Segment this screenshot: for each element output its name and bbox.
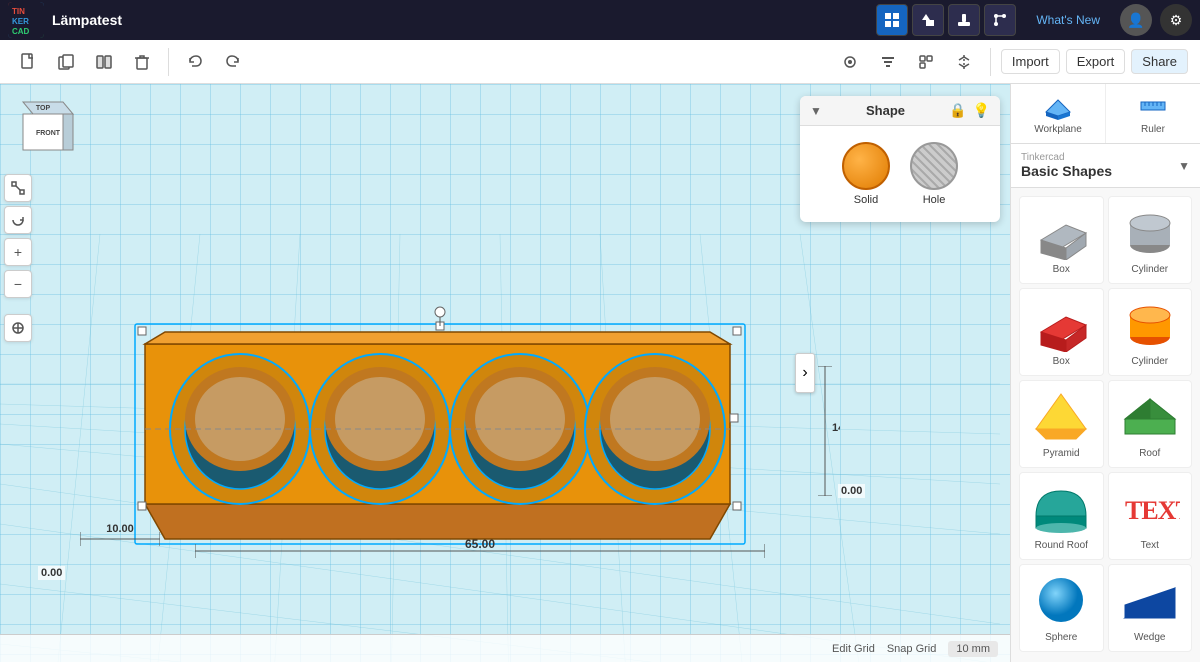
share-btn[interactable]: Share (1131, 49, 1188, 74)
new-document-btn[interactable] (12, 46, 44, 78)
rotate-view-btn[interactable] (4, 206, 32, 234)
main-area: TOP FRONT + − (0, 84, 1200, 662)
depth-measurement: 10.00 (80, 514, 160, 569)
user-settings[interactable]: ⚙ (1160, 4, 1192, 36)
mirror-btn[interactable] (88, 46, 120, 78)
sphere-label: Sphere (1045, 632, 1077, 643)
shape-item-wedge-navy[interactable]: Wedge (1108, 564, 1193, 652)
box-red-label: Box (1053, 356, 1070, 367)
svg-text:10.00: 10.00 (106, 523, 134, 535)
edit-grid-btn[interactable]: Edit Grid (832, 643, 875, 655)
grid-view-btn[interactable] (876, 4, 908, 36)
svg-text:KER: KER (12, 17, 29, 26)
solid-circle (842, 142, 890, 190)
snap-grid-label: Snap Grid (887, 643, 937, 655)
svg-text:TEXT: TEXT (1125, 496, 1180, 525)
dim-z-label: 0.00 (38, 566, 65, 580)
copy-btn[interactable] (50, 46, 82, 78)
zoom-in-btn[interactable]: + (4, 238, 32, 266)
delete-btn[interactable] (126, 46, 158, 78)
shape-panel-title: Shape (866, 103, 905, 118)
shape-panel-body: Solid Hole (800, 126, 1000, 222)
bulb-icon[interactable]: 💡 (973, 102, 990, 119)
width-measurement: 65.00 (195, 536, 765, 571)
shape-item-cylinder-orange[interactable]: Cylinder (1108, 288, 1193, 376)
tinker-label: Tinkercad (1021, 152, 1172, 163)
cylinder-orange-label: Cylinder (1131, 356, 1168, 367)
svg-text:14.00: 14.00 (832, 422, 840, 434)
whats-new-btn[interactable]: What's New (1024, 9, 1112, 31)
tinkercad-logo: TIN KER CAD (8, 2, 44, 38)
undo-btn[interactable] (179, 46, 211, 78)
align-btn[interactable] (872, 46, 904, 78)
dim-x-label: 0.00 (838, 484, 865, 498)
workplane-label: Workplane (1034, 124, 1082, 135)
ruler-label: Ruler (1141, 124, 1165, 135)
shape-item-text-red[interactable]: TEXT Text (1108, 472, 1193, 560)
shape-item-pyramid-yellow[interactable]: Pyramid (1019, 380, 1104, 468)
connect-btn[interactable] (984, 4, 1016, 36)
svg-text:CAD: CAD (12, 27, 30, 36)
view-mode-buttons (876, 4, 1016, 36)
svg-text:TIN: TIN (12, 7, 25, 16)
align2-btn[interactable] (910, 46, 942, 78)
ruler-tab[interactable]: Ruler (1106, 84, 1200, 143)
right-panel: Workplane Ruler Tinker (1010, 84, 1200, 662)
left-tools: + − (4, 174, 32, 342)
shape-item-round-roof-teal[interactable]: Round Roof (1019, 472, 1104, 560)
round-roof-label: Round Roof (1035, 540, 1088, 551)
box-gray-label: Box (1053, 264, 1070, 275)
panel-collapse-btn[interactable]: › (795, 353, 815, 393)
import-btn[interactable]: Import (1001, 49, 1060, 74)
text-label: Text (1141, 540, 1159, 551)
workplane-icon (1042, 92, 1074, 120)
roof-label: Roof (1139, 448, 1160, 459)
zoom-out-btn[interactable]: − (4, 270, 32, 298)
basic-shapes-label: Basic Shapes (1021, 163, 1172, 179)
svg-text:TOP: TOP (36, 105, 51, 112)
right-panel-header: Tinkercad Basic Shapes ▼ (1011, 144, 1200, 188)
redo-btn[interactable] (217, 46, 249, 78)
shape-item-roof-green[interactable]: Roof (1108, 380, 1193, 468)
hole-option[interactable]: Hole (910, 142, 958, 206)
shape-panel-header: ▼ Shape 🔒 💡 (800, 96, 1000, 126)
user-avatar[interactable]: 👤 (1120, 4, 1152, 36)
svg-text:FRONT: FRONT (36, 130, 61, 137)
solid-label: Solid (854, 194, 878, 206)
export-icon-btn[interactable] (948, 4, 980, 36)
viewport[interactable]: TOP FRONT + − (0, 84, 1010, 662)
snap-value[interactable]: 10 mm (948, 641, 998, 657)
symmetry-btn[interactable] (948, 46, 980, 78)
toolbar2: Import Export Share (0, 40, 1200, 84)
magnet-btn[interactable] (834, 46, 866, 78)
3d-object-container (130, 244, 750, 569)
shape-item-cylinder-gray[interactable]: Cylinder (1108, 196, 1193, 284)
lamp-object-svg (130, 244, 750, 564)
bottom-bar: Edit Grid Snap Grid 10 mm (0, 634, 1010, 662)
export-btn[interactable]: Export (1066, 49, 1126, 74)
dropdown-arrow[interactable]: ▼ (1178, 159, 1190, 173)
lock-icon[interactable]: 🔒 (949, 102, 966, 119)
ruler-icon (1137, 92, 1169, 120)
solid-option[interactable]: Solid (842, 142, 890, 206)
topbar: TIN KER CAD Lämpatest What's New 👤 ⚙ (0, 0, 1200, 40)
hole-label: Hole (923, 194, 946, 206)
zoom-fit-btn[interactable] (4, 174, 32, 202)
pan-btn[interactable] (4, 314, 32, 342)
pyramid-label: Pyramid (1043, 448, 1080, 459)
right-tools-top: Workplane Ruler (1011, 84, 1200, 144)
svg-text:65.00: 65.00 (465, 537, 495, 551)
cylinder-gray-label: Cylinder (1131, 264, 1168, 275)
shapes-grid: Box Cylinder Box (1011, 188, 1200, 660)
shape-item-box-gray[interactable]: Box (1019, 196, 1104, 284)
shape-panel: ▼ Shape 🔒 💡 Solid Hole (800, 96, 1000, 222)
project-name: Lämpatest (52, 12, 122, 28)
hole-circle (910, 142, 958, 190)
nav-cube[interactable]: TOP FRONT (8, 92, 78, 162)
shape-item-box-red[interactable]: Box (1019, 288, 1104, 376)
workplane-tab[interactable]: Workplane (1011, 84, 1106, 143)
wedge-label: Wedge (1134, 632, 1166, 643)
shape-item-sphere-blue[interactable]: Sphere (1019, 564, 1104, 652)
tools-btn[interactable] (912, 4, 944, 36)
